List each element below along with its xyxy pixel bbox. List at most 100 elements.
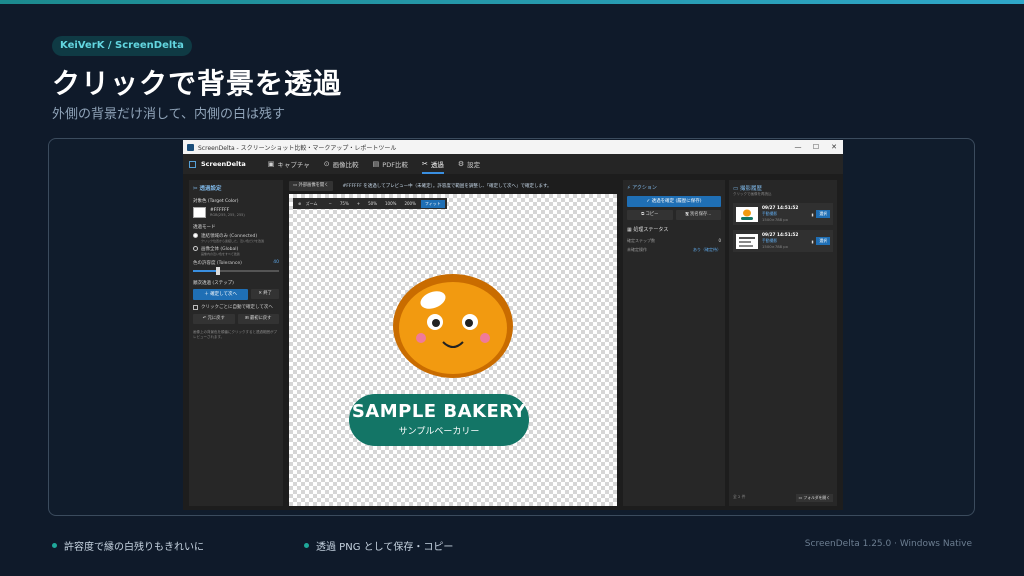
target-color-swatch[interactable]: #FFFFFF RGB(255, 255, 255): [193, 207, 279, 218]
gear-icon: ⚙: [457, 160, 465, 168]
bakery-logo-pill: SAMPLE BAKERY サンプルベーカリー: [349, 394, 529, 446]
brand-label: ScreenDelta: [201, 160, 246, 168]
button-label: 確定して次へ: [210, 292, 238, 297]
auto-confirm-checkbox[interactable]: クリックごとに自動で確定して次へ: [193, 304, 279, 310]
zoom-label: ズーム: [305, 200, 318, 206]
window-title: ScreenDelta - スクリーンショット比較・マークアップ・レポートツール: [198, 144, 397, 152]
undo-button[interactable]: ↶ 元に戻す: [193, 314, 235, 324]
tolerance-label: 色の許容度 (Tolerance): [193, 261, 242, 266]
pin-icon[interactable]: ▮: [811, 239, 813, 244]
pin-icon[interactable]: ▮: [811, 212, 813, 217]
tab-capture[interactable]: ▣ キャプチャ: [268, 154, 310, 174]
history-select-button[interactable]: 選択: [816, 237, 830, 245]
tab-image-compare[interactable]: ⊙ 画像比較: [324, 154, 359, 174]
status-value: あり（確定待）: [693, 247, 721, 252]
image-canvas[interactable]: ⊕ ズーム − 75% + 50% 100% 200% フィット SAMPLE …: [289, 194, 617, 506]
save-as-button[interactable]: 🖫 別名保存...: [675, 210, 721, 220]
document-icon: ▤: [372, 160, 380, 168]
heading-text: 透過設定: [199, 186, 222, 192]
history-thumbnail: [736, 233, 758, 249]
bullet-dot-icon: [52, 543, 57, 548]
tab-transparency[interactable]: ✂ 透過: [421, 154, 444, 174]
history-item[interactable]: 09/27 14:51:52 手動撮影 1500×788 px ▮ 選択: [733, 230, 833, 252]
tab-settings[interactable]: ⚙ 設定: [458, 154, 480, 174]
feature-bullets: 許容度で縁の白残りもきれいに 透過 PNG として保存・コピー: [52, 538, 453, 553]
slider-fill: [193, 270, 218, 272]
zoom-200-button[interactable]: 200%: [401, 201, 418, 206]
status-value: 0: [718, 238, 721, 243]
history-type: 手動撮影: [762, 211, 778, 216]
history-subtitle: クリックで画像を再読込: [733, 192, 772, 196]
bun-mascot-illustration: [393, 274, 513, 378]
brand-badge: KeiVerK / ScreenDelta: [52, 36, 192, 56]
target-color-label: 対象色 (Target Color): [193, 199, 239, 204]
version-footer: ScreenDelta 1.25.0 · Windows Native: [804, 539, 972, 549]
tolerance-value: 40: [273, 260, 279, 265]
preview-area: ▭ 外部画像を開く #FFFFFF を透過してプレビュー中（未確定）。許容度で範…: [289, 180, 619, 506]
radio-connected[interactable]: 連結領域のみ (Connected) クリック位置から連結した、近い色だけを透過: [193, 233, 279, 243]
maximize-button[interactable]: ☐: [807, 143, 825, 151]
history-select-button[interactable]: 選択: [816, 210, 830, 218]
zoom-out-button[interactable]: −: [326, 201, 335, 206]
zoom-50-button[interactable]: 50%: [365, 201, 380, 206]
transparency-settings-panel: ✂ 透過設定 対象色 (Target Color) #FFFFFF RGB(255…: [189, 180, 283, 506]
logo-title: SAMPLE BAKERY: [351, 401, 527, 422]
open-folder-button[interactable]: ▭ フォルダを開く: [795, 494, 833, 502]
reset-button[interactable]: ⊞ 最初に戻す: [237, 314, 279, 324]
bullet-item: 透過 PNG として保存・コピー: [304, 538, 453, 553]
hint-text: 画像上の背景色を順番にクリックすると透過範囲がプレビューされます。: [193, 330, 277, 339]
slide-title: クリックで背景を透過: [52, 67, 343, 100]
zoom-value: 75%: [339, 201, 349, 206]
confirm-next-button[interactable]: ＋ 確定して次へ: [193, 289, 249, 300]
zoom-in-button[interactable]: +: [354, 201, 363, 206]
radio-dot[interactable]: [193, 246, 198, 251]
tab-label: 透過: [430, 161, 444, 169]
history-thumbnail: [736, 206, 758, 222]
status-message: #FFFFFF を透過してプレビュー中（未確定）。許容度で範囲を調整し、「確定し…: [342, 184, 552, 189]
top-nav: ScreenDelta ▣ キャプチャ ⊙ 画像比較 ▤ PDF比較 ✂ 透過 ⚙ 設定: [183, 154, 843, 174]
tab-pdf-compare[interactable]: ▤ PDF比較: [373, 154, 408, 174]
screenshot-frame: ScreenDelta - スクリーンショット比較・マークアップ・レポートツール…: [48, 138, 975, 516]
history-size: 1500×788 px: [762, 244, 788, 249]
bullet-item: 許容度で縁の白残りもきれいに: [52, 538, 304, 553]
finish-button[interactable]: ✕ 終了: [251, 289, 279, 299]
copy-button[interactable]: ⧉ コピー: [627, 210, 673, 220]
tab-label: 画像比較: [332, 161, 359, 169]
actions-panel: ⚡ アクション ✓ 透過を確定 (履歴に保存) ⧉ コピー 🖫 別名保存... …: [623, 180, 725, 506]
app-icon: [187, 143, 194, 151]
zoom-fit-button[interactable]: フィット: [420, 199, 445, 208]
close-button[interactable]: ✕: [825, 143, 843, 151]
history-item[interactable]: 09/27 14:51:52 手動撮影 1500×788 px ▮ 選択: [733, 203, 833, 225]
action-heading: ⚡ アクション: [627, 185, 657, 191]
open-image-button[interactable]: ▭ 外部画像を開く: [289, 181, 333, 191]
history-size: 1500×788 px: [762, 217, 788, 222]
target-rgb: RGB(255, 255, 255): [210, 213, 245, 217]
bullet-text: 透過 PNG として保存・コピー: [316, 542, 454, 553]
zoom-100-button[interactable]: 100%: [382, 201, 399, 206]
heading-text: 処理ステータス: [633, 227, 669, 233]
radio-dot[interactable]: [193, 233, 198, 238]
app-window: ScreenDelta - スクリーンショット比較・マークアップ・レポートツール…: [183, 140, 843, 510]
status-row: 未確定操作 あり（確定待）: [627, 247, 721, 253]
steps-label: 順次透過 (ステップ): [193, 281, 234, 286]
minimize-button[interactable]: —: [789, 143, 807, 151]
tolerance-slider[interactable]: [193, 267, 279, 275]
slider-knob[interactable]: [216, 267, 221, 275]
history-count: 全 2 件: [733, 494, 746, 499]
radio-global[interactable]: 画像全体 (Global) 画像内の近い色をすべて透過: [193, 246, 279, 256]
window-titlebar: ScreenDelta - スクリーンショット比較・マークアップ・レポートツール…: [183, 140, 843, 154]
bullet-text: 許容度で縁の白残りもきれいに: [64, 542, 204, 553]
logo-subtitle: サンプルベーカリー: [398, 427, 480, 437]
confirm-save-button[interactable]: ✓ 透過を確定 (履歴に保存): [627, 196, 721, 207]
tab-label: PDF比較: [382, 161, 408, 169]
color-box[interactable]: [193, 207, 206, 218]
heading-text: アクション: [632, 185, 657, 191]
status-heading: ▦ 処理ステータス: [627, 227, 669, 233]
zoom-icon: ⊕ ズーム: [295, 201, 324, 207]
mode-label: 透過モード: [193, 225, 216, 230]
history-panel: ▭ 撮影履歴 クリックで画像を再読込 09/27 14:51:52 手動撮影 150…: [729, 180, 837, 506]
checkbox-box[interactable]: [193, 304, 198, 310]
button-label: コピー: [645, 212, 659, 217]
magnifier-icon: ⊙: [323, 160, 330, 168]
history-heading: ▭ 撮影履歴: [733, 186, 762, 192]
